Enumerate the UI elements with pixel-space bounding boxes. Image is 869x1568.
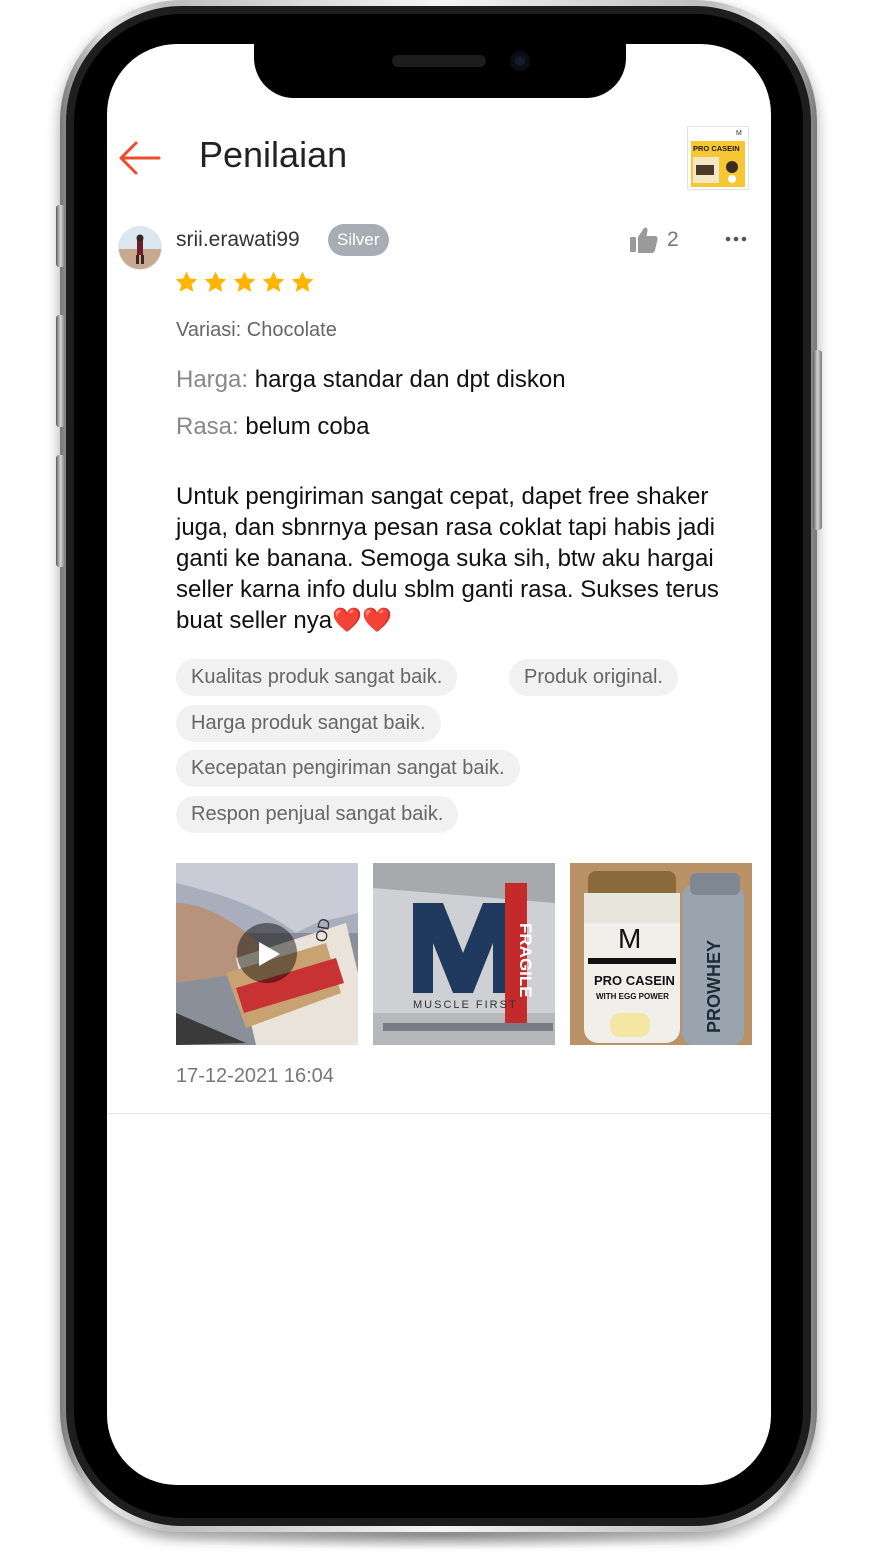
review-image-thumbnail[interactable]: FRAGILE MUSCLE FIRST: [373, 863, 555, 1045]
avatar[interactable]: [118, 226, 162, 270]
star-rating: [174, 270, 315, 295]
review-tag: Produk original.: [509, 659, 678, 696]
silent-switch: [56, 205, 65, 267]
taste-attribute-value: belum coba: [245, 413, 370, 440]
review-timestamp: 17-12-2021 16:04: [176, 1065, 334, 1087]
jar-product-tagline: WITH EGG POWER: [596, 992, 669, 1001]
review-tag: Kualitas produk sangat baik.: [176, 659, 458, 696]
volume-down-button: [56, 455, 65, 567]
product-thumbnail-image: M PRO CASEIN: [688, 127, 748, 189]
star-icon: [233, 271, 256, 292]
product-thumbnail[interactable]: M PRO CASEIN: [687, 126, 749, 190]
review-tag: Kecepatan pengiriman sangat baik.: [176, 750, 520, 787]
product-thumb-text: PRO CASEIN: [693, 144, 740, 153]
play-icon[interactable]: [256, 940, 282, 968]
price-attribute-key: Harga:: [176, 366, 249, 393]
product-photo: M PRO CASEIN WITH EGG POWER PROWHEY: [570, 863, 752, 1045]
variant-label: Variasi: Chocolate: [176, 319, 337, 341]
review-image-thumbnail[interactable]: M PRO CASEIN WITH EGG POWER PROWHEY: [570, 863, 752, 1045]
price-attribute-value: harga standar dan dpt diskon: [254, 366, 566, 393]
divider: [107, 1113, 771, 1114]
star-icon: [262, 271, 285, 292]
shaker-label: PROWHEY: [704, 940, 724, 1033]
member-badge: Silver: [328, 224, 389, 256]
earpiece-speaker: [392, 55, 486, 67]
volume-up-button: [56, 315, 65, 427]
avatar-image: [119, 227, 161, 269]
jar-product-name: PRO CASEIN: [594, 973, 675, 988]
star-icon: [291, 271, 314, 292]
svg-text:M: M: [736, 130, 742, 137]
price-attribute: Harga: harga standar dan dpt diskon: [176, 366, 566, 394]
package-side-label: FRAGILE: [516, 923, 535, 998]
package-photo: FRAGILE MUSCLE FIRST: [373, 863, 555, 1045]
review-tag: Respon penjual sangat baik.: [176, 796, 459, 833]
review-video-thumbnail[interactable]: OD: [176, 863, 358, 1045]
front-camera: [510, 51, 530, 71]
like-count: 2: [667, 228, 679, 251]
taste-attribute: Rasa: belum coba: [176, 413, 369, 441]
back-arrow-icon[interactable]: [117, 140, 161, 176]
jar-brand-letter: M: [618, 923, 641, 954]
power-button: [813, 350, 822, 530]
review-text: Untuk pengiriman sangat cepat, dapet fre…: [176, 483, 719, 634]
review-tag: Harga produk sangat baik.: [176, 705, 441, 742]
reviewer-username[interactable]: srii.erawati99: [176, 228, 300, 252]
heart-emojis: ❤️❤️: [332, 607, 392, 634]
package-brand-label: MUSCLE FIRST: [413, 999, 518, 1011]
phone-screen: Penilaian M PRO CASEIN srii.erawati99 Si…: [107, 44, 771, 1485]
taste-attribute-key: Rasa:: [176, 413, 239, 440]
star-icon: [175, 271, 198, 292]
thumbs-up-icon[interactable]: [629, 226, 659, 254]
star-icon: [204, 271, 227, 292]
review-text-block: Untuk pengiriman sangat cepat, dapet fre…: [176, 481, 756, 636]
phone-notch: [254, 44, 626, 98]
more-options-icon[interactable]: [724, 231, 748, 247]
page-title: Penilaian: [199, 134, 348, 175]
